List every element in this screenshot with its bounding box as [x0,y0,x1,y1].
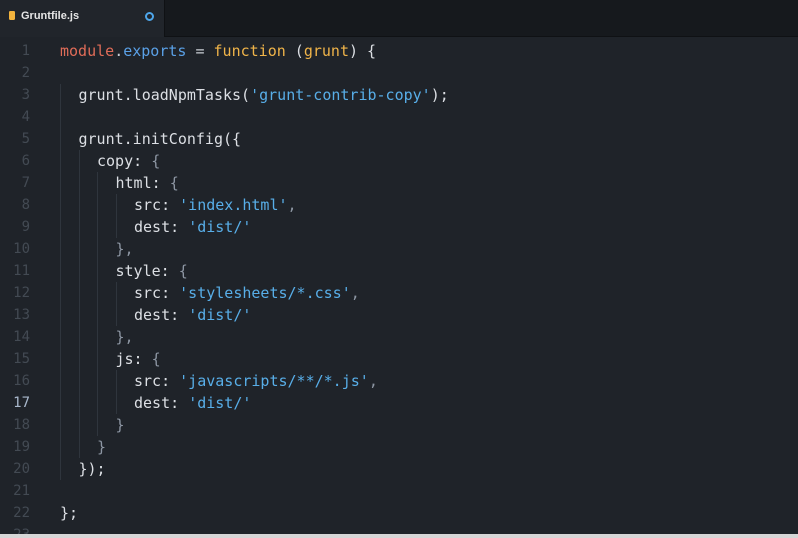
code-token: grunt.loadNpmTasks( [78,86,251,104]
code-token: src: [134,196,180,214]
code-token: { [178,262,188,280]
code-line[interactable]: js: { [116,348,161,370]
code-token: } [97,438,107,456]
code-token: dest: [134,218,189,236]
code-line[interactable]: grunt.initConfig({ [79,128,242,150]
code-token: { [169,174,179,192]
js-file-icon [9,11,15,20]
code-token: . [114,42,124,60]
code-token: }; [60,504,79,522]
indent-guide [115,194,117,238]
code-token: style: [115,262,179,280]
code-token: copy: [97,152,152,170]
code-line[interactable]: dest: 'dist/' [134,392,251,414]
code-token: { [151,152,161,170]
indent-guide [78,150,80,458]
code-token: 'grunt-contrib-copy' [250,86,431,104]
code-token: grunt [303,42,349,60]
code-token: , [287,196,297,214]
code-token: dest: [134,306,189,324]
code-token: }); [78,460,106,478]
indent-guide [60,84,61,480]
code-line[interactable]: src: 'index.html', [134,194,297,216]
code-token: 'index.html' [179,196,288,214]
code-line[interactable]: }, [116,238,134,260]
code-token: module [60,42,115,60]
code-token: ); [430,86,449,104]
code-line[interactable]: src: 'javascripts/**/*.js', [134,370,378,392]
code-line[interactable]: grunt.loadNpmTasks('grunt-contrib-copy')… [79,84,449,106]
code-token: function [213,42,286,60]
code-token: , [368,372,378,390]
tab-gruntfile[interactable]: Gruntfile.js [0,0,165,37]
indent-guide [97,172,98,436]
code-token: 'dist/' [188,218,252,236]
code-token: ) { [349,42,377,60]
code-line[interactable]: style: { [116,260,188,282]
tab-bar: Gruntfile.js [0,0,798,37]
code-token: ( [285,42,304,60]
code-token: 'javascripts/**/*.js' [179,372,369,390]
code-token: src: [134,372,180,390]
code-line[interactable]: dest: 'dist/' [134,304,251,326]
code-token: { [151,350,161,368]
code-line[interactable]: }; [60,502,78,524]
code-token: grunt.initConfig({ [78,130,242,148]
code-token: 'dist/' [188,306,252,324]
code-editor[interactable]: 1234567891011121314151617181920212223 mo… [0,38,798,534]
code-token: = [186,42,214,60]
code-token: 'dist/' [188,394,252,412]
code-token: html: [115,174,170,192]
code-line[interactable]: module.exports = function (grunt) { [60,40,376,62]
code-token: }, [115,328,134,346]
code-token: 'stylesheets/*.css' [179,284,351,302]
code-token: js: [115,350,152,368]
indent-guide [115,282,117,326]
indent-guide [115,370,117,414]
code-line[interactable]: src: 'stylesheets/*.css', [134,282,360,304]
code-area[interactable]: module.exports = function (grunt) {grunt… [0,38,798,534]
editor-window: Gruntfile.js 1 2 3 4 5 6 7 8 9 10 11 12 13 14 15 16 17 18… [0,0,798,538]
code-token: }, [115,240,134,258]
code-token: dest: [134,394,189,412]
code-line[interactable]: copy: { [97,150,160,172]
code-line[interactable]: dest: 'dist/' [134,216,251,238]
code-token: exports [123,42,187,60]
code-line[interactable]: }, [116,326,134,348]
tab-title: Gruntfile.js [21,10,80,22]
code-line[interactable]: } [116,414,125,436]
code-line[interactable]: } [97,436,106,458]
code-token: } [115,416,125,434]
code-token: src: [134,284,180,302]
window-bottom-edge [0,534,798,538]
code-line[interactable]: }); [79,458,106,480]
code-token: , [350,284,360,302]
unsaved-dot-icon[interactable] [145,12,154,21]
code-line[interactable]: html: { [116,172,179,194]
